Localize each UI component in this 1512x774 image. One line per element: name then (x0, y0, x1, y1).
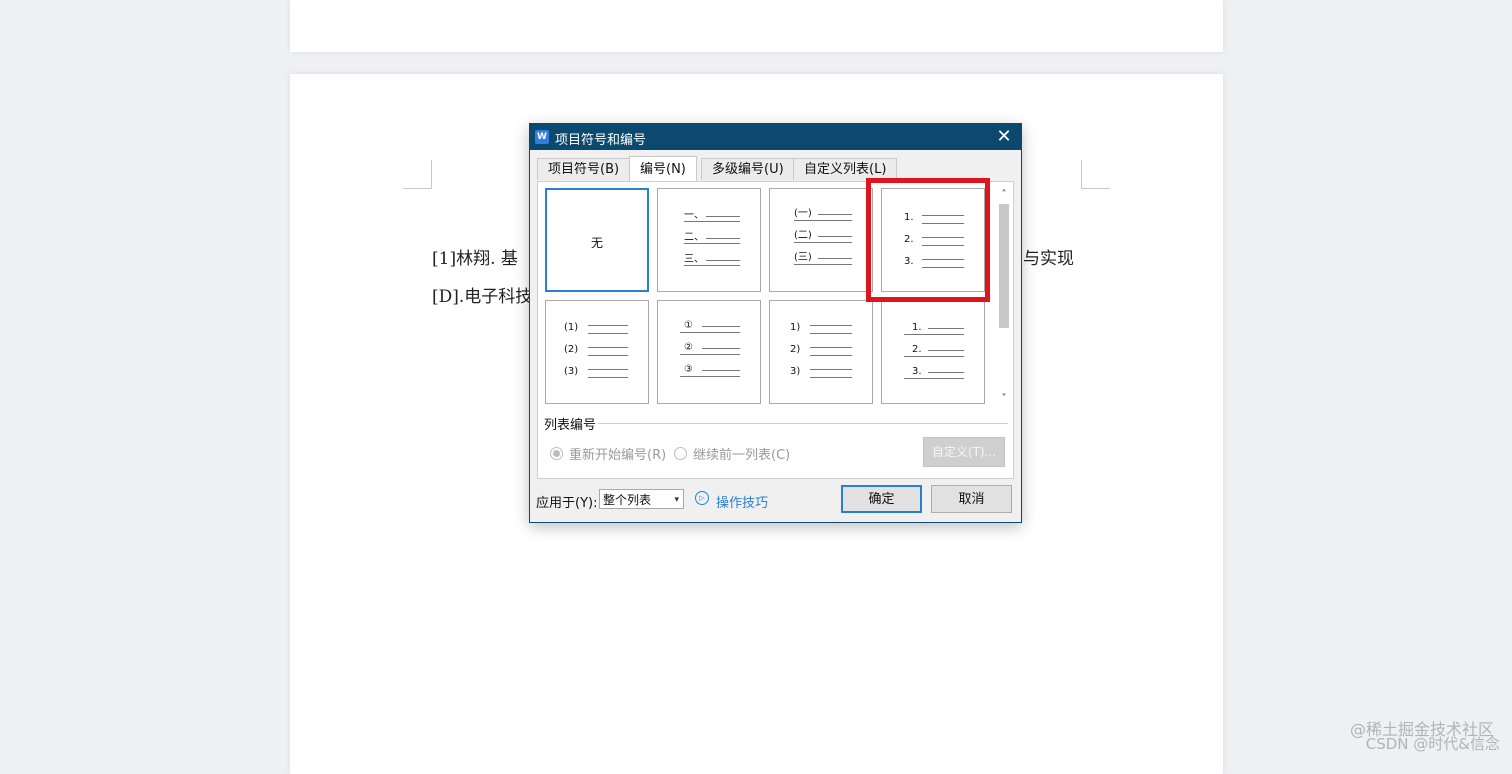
scroll-down-icon[interactable]: ˅ (996, 392, 1012, 406)
style-marker: 1) (790, 322, 801, 333)
style-marker: ③ (684, 364, 693, 375)
style-marker: (二) (794, 230, 812, 241)
numbering-style-paren-arabic[interactable]: (1) (2) (3) (545, 300, 649, 404)
section-divider (598, 423, 1008, 424)
document-page-previous (290, 0, 1223, 52)
close-icon[interactable]: ✕ (993, 126, 1015, 148)
style-marker: ① (684, 320, 693, 331)
restart-numbering-label: 重新开始编号(R) (569, 448, 667, 463)
dialog-titlebar[interactable]: W 项目符号和编号 ✕ (530, 124, 1021, 150)
apply-to-label: 应用于(Y): (536, 496, 598, 511)
play-circle-icon[interactable]: ▷ (695, 491, 709, 505)
dialog-title: 项目符号和编号 (555, 133, 647, 148)
style-marker: ② (684, 342, 693, 353)
watermark-csdn: CSDN @时代&信念 (1365, 735, 1500, 753)
reference-text-line-2[interactable]: [D].电子科技 (432, 282, 532, 307)
chevron-down-icon: ▾ (674, 495, 679, 505)
numbering-style-none-label: 无 (590, 236, 603, 250)
numbering-style-chinese[interactable]: 一、 二、 三、 (657, 188, 761, 292)
numbering-style-chinese-paren[interactable]: (一) (二) (三) (769, 188, 873, 292)
list-numbering-section-label: 列表编号 (544, 418, 597, 433)
gallery-scrollbar[interactable]: ˄ ˅ (996, 188, 1012, 406)
numbering-style-none[interactable]: 无 (545, 188, 649, 292)
apply-to-select[interactable]: 整个列表 ▾ (599, 489, 684, 509)
restart-numbering-radio[interactable]: 重新开始编号(R) (550, 444, 666, 463)
style-marker: (一) (794, 208, 812, 219)
style-marker: 2) (790, 344, 801, 355)
customize-button[interactable]: 自定义(T)... (923, 437, 1005, 467)
tab-bullets[interactable]: 项目符号(B) (537, 158, 631, 180)
reference-text-line-1-tail[interactable]: 与实现 (1023, 244, 1074, 269)
scroll-thumb[interactable] (999, 204, 1009, 328)
apply-to-value: 整个列表 (603, 493, 652, 507)
cancel-button[interactable]: 取消 (931, 485, 1012, 513)
style-marker: 3) (790, 366, 801, 377)
scroll-up-icon[interactable]: ˄ (996, 188, 1012, 202)
numbering-style-arabic-dot-indented[interactable]: 1. 2. 3. (881, 300, 985, 404)
operation-tips-link[interactable]: 操作技巧 (716, 492, 768, 511)
radio-unchecked-icon (674, 447, 687, 460)
tab-multilevel[interactable]: 多级编号(U) (701, 158, 795, 180)
style-marker: 3. (912, 366, 922, 377)
red-highlight-box (866, 178, 990, 302)
wps-writer-icon: W (535, 130, 549, 144)
numbering-style-arabic-paren[interactable]: 1) 2) 3) (769, 300, 873, 404)
style-marker: (3) (564, 366, 579, 377)
tab-custom-list[interactable]: 自定义列表(L) (793, 158, 898, 180)
style-marker: (1) (564, 322, 579, 333)
continue-list-radio[interactable]: 继续前一列表(C) (674, 444, 790, 463)
style-marker: 2. (912, 344, 922, 355)
continue-list-label: 继续前一列表(C) (693, 448, 791, 463)
ok-button[interactable]: 确定 (841, 485, 922, 513)
dialog-footer: 应用于(Y): 整个列表 ▾ ▷ 操作技巧 确定 取消 (530, 484, 1021, 520)
radio-checked-icon (550, 447, 563, 460)
tab-numbering[interactable]: 编号(N) (629, 156, 697, 181)
style-marker: (三) (794, 252, 812, 263)
numbering-style-circled[interactable]: ① ② ③ (657, 300, 761, 404)
style-marker: 1. (912, 322, 922, 333)
style-marker: (2) (564, 344, 579, 355)
page-margin-corner-top-right (1081, 160, 1110, 189)
reference-text-line-1[interactable]: [1]林翔. 基 (432, 244, 518, 269)
page-margin-corner-top-left (403, 160, 432, 189)
